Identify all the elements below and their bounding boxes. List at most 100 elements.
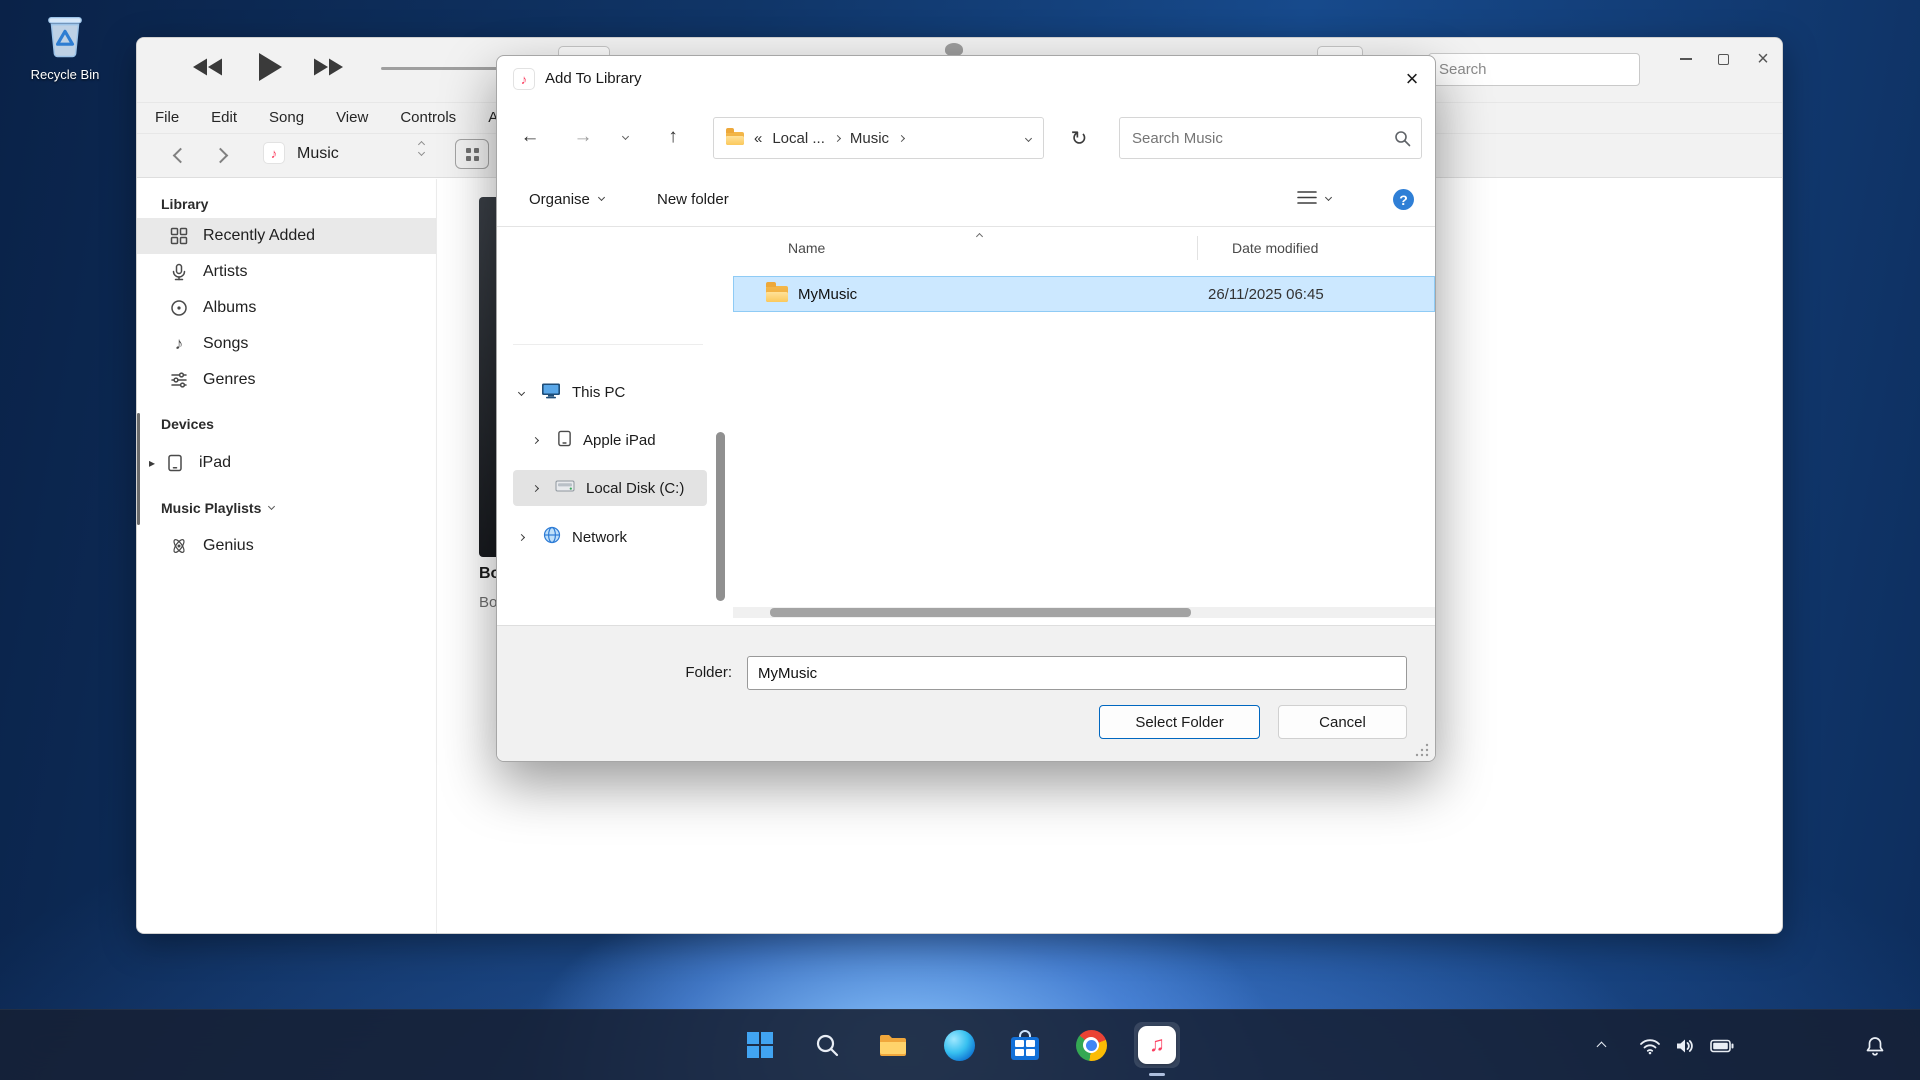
- recycle-bin[interactable]: Recycle Bin: [18, 8, 112, 82]
- rewind-button[interactable]: [193, 56, 225, 78]
- refresh-icon: ↻: [1071, 126, 1088, 151]
- minimize-button[interactable]: [1667, 44, 1705, 74]
- organise-button[interactable]: Organise: [529, 182, 604, 216]
- disk-drive-icon: [555, 479, 575, 497]
- notifications-bell-icon[interactable]: [1864, 1035, 1886, 1062]
- library-picker-stepper[interactable]: [419, 142, 424, 155]
- taskbar-search-button[interactable]: [804, 1022, 850, 1068]
- tree-item-label: Local Disk (C:): [586, 480, 684, 497]
- breadcrumb-overflow[interactable]: «: [754, 130, 762, 147]
- sidebar-item-genius[interactable]: Genius: [137, 528, 436, 564]
- play-button[interactable]: [257, 51, 284, 83]
- genius-atom-icon: [167, 537, 191, 555]
- breadcrumb[interactable]: « Local ... Music: [713, 117, 1044, 159]
- breadcrumb-dropdown-icon[interactable]: [1025, 134, 1032, 141]
- tree-item-label: Network: [572, 529, 627, 546]
- chrome-button[interactable]: [1068, 1022, 1114, 1068]
- music-app-button[interactable]: ♫: [1134, 1022, 1180, 1068]
- cancel-button[interactable]: Cancel: [1278, 705, 1407, 739]
- player-search-input[interactable]: [1428, 53, 1640, 86]
- column-header-date-modified[interactable]: Date modified: [1232, 240, 1318, 256]
- microsoft-store-button[interactable]: [1002, 1022, 1048, 1068]
- maximize-button[interactable]: [1704, 44, 1742, 74]
- apple-ipad-expand-icon[interactable]: [532, 436, 539, 443]
- nav-back-button[interactable]: ←: [513, 120, 547, 154]
- nav-forward-button[interactable]: →: [566, 120, 600, 154]
- breadcrumb-separator-icon: [898, 134, 905, 141]
- sort-ascending-icon[interactable]: [976, 233, 983, 240]
- file-row-mymusic[interactable]: MyMusic 26/11/2025 06:45: [733, 276, 1435, 312]
- horizontal-scrollbar-track[interactable]: [733, 607, 1435, 618]
- recently-added-icon: [167, 227, 191, 245]
- menu-song[interactable]: Song: [253, 102, 320, 133]
- folder-name-input[interactable]: [747, 656, 1407, 690]
- sidebar-item-label: Artists: [203, 263, 247, 281]
- breadcrumb-folder-icon: [726, 132, 744, 145]
- view-options-button[interactable]: [1297, 185, 1331, 213]
- playlists-header[interactable]: Music Playlists: [161, 500, 274, 516]
- menu-edit[interactable]: Edit: [195, 102, 253, 133]
- breadcrumb-segment-local[interactable]: Local ...: [772, 130, 825, 147]
- menu-controls[interactable]: Controls: [384, 102, 472, 133]
- sidebar-item-albums[interactable]: Albums: [137, 290, 436, 326]
- add-to-library-dialog: ♪ Add To Library × ← → ↑ « Local ... Mus…: [496, 55, 1436, 762]
- dialog-search-box[interactable]: [1119, 117, 1422, 159]
- fast-forward-button[interactable]: [311, 56, 343, 78]
- album-disc-icon: [167, 299, 191, 317]
- recycle-bin-icon: [40, 47, 90, 64]
- folder-icon: [878, 1032, 908, 1058]
- column-divider[interactable]: [1197, 236, 1198, 260]
- select-folder-button[interactable]: Select Folder: [1099, 705, 1260, 739]
- help-button[interactable]: ?: [1393, 189, 1414, 210]
- dialog-close-button[interactable]: ×: [1389, 56, 1435, 102]
- nav-up-button[interactable]: ↑: [656, 120, 690, 154]
- resize-grip[interactable]: [1415, 743, 1429, 761]
- edge-button[interactable]: [936, 1022, 982, 1068]
- start-button[interactable]: [737, 1022, 783, 1068]
- wifi-icon[interactable]: [1639, 1037, 1661, 1060]
- close-button[interactable]: ×: [1744, 44, 1782, 74]
- genres-sliders-icon: [167, 371, 191, 389]
- sidebar-item-artists[interactable]: Artists: [137, 254, 436, 290]
- tree-item-this-pc[interactable]: This PC: [497, 373, 712, 411]
- refresh-button[interactable]: ↻: [1063, 122, 1095, 154]
- nav-history-chevron-icon[interactable]: [622, 133, 629, 140]
- view-dropdown-icon: [1325, 194, 1332, 201]
- edge-icon: [944, 1030, 975, 1061]
- sidebar-item-recently-added[interactable]: Recently Added: [137, 218, 436, 254]
- tray-overflow-chevron-icon[interactable]: [1597, 1042, 1607, 1052]
- ipad-expand-icon[interactable]: ▸: [149, 456, 163, 470]
- tree-item-network[interactable]: Network: [497, 518, 712, 556]
- new-folder-button[interactable]: New folder: [657, 182, 729, 216]
- tree-item-apple-ipad[interactable]: Apple iPad: [497, 421, 712, 459]
- sidebar-item-songs[interactable]: ♪ Songs: [137, 326, 436, 362]
- forward-arrow-icon: →: [574, 126, 593, 148]
- stepper-up-icon: [418, 141, 425, 148]
- this-pc-expand-icon[interactable]: [518, 388, 525, 395]
- local-disk-expand-icon[interactable]: [532, 484, 539, 491]
- menu-file[interactable]: File: [139, 102, 195, 133]
- list-view-icon: [1297, 190, 1317, 209]
- sidebar-item-genres[interactable]: Genres: [137, 362, 436, 398]
- sidebar-item-label: Genres: [203, 371, 255, 389]
- organise-dropdown-icon: [598, 194, 605, 201]
- tree-scrollbar[interactable]: [716, 432, 725, 601]
- dialog-search-input[interactable]: [1120, 118, 1421, 158]
- speaker-icon[interactable]: [1675, 1037, 1695, 1060]
- sidebar-item-label: Albums: [203, 299, 256, 317]
- sidebar-item-label: Recently Added: [203, 227, 315, 245]
- sidebar-item-ipad[interactable]: ▸ iPad: [137, 445, 436, 481]
- breadcrumb-segment-music[interactable]: Music: [850, 130, 889, 147]
- file-explorer-button[interactable]: [870, 1022, 916, 1068]
- horizontal-scrollbar-thumb[interactable]: [770, 608, 1191, 617]
- library-picker-label[interactable]: Music: [297, 145, 339, 163]
- grid-view-button[interactable]: [455, 139, 489, 169]
- close-icon: ×: [1757, 48, 1769, 71]
- menu-view[interactable]: View: [320, 102, 384, 133]
- column-header-name[interactable]: Name: [788, 240, 825, 256]
- network-expand-icon[interactable]: [518, 533, 525, 540]
- desktop: Recycle Bin ×: [0, 0, 1920, 1080]
- battery-icon[interactable]: [1710, 1039, 1734, 1058]
- maximize-icon: [1718, 54, 1729, 65]
- tree-item-local-disk[interactable]: Local Disk (C:): [497, 469, 712, 507]
